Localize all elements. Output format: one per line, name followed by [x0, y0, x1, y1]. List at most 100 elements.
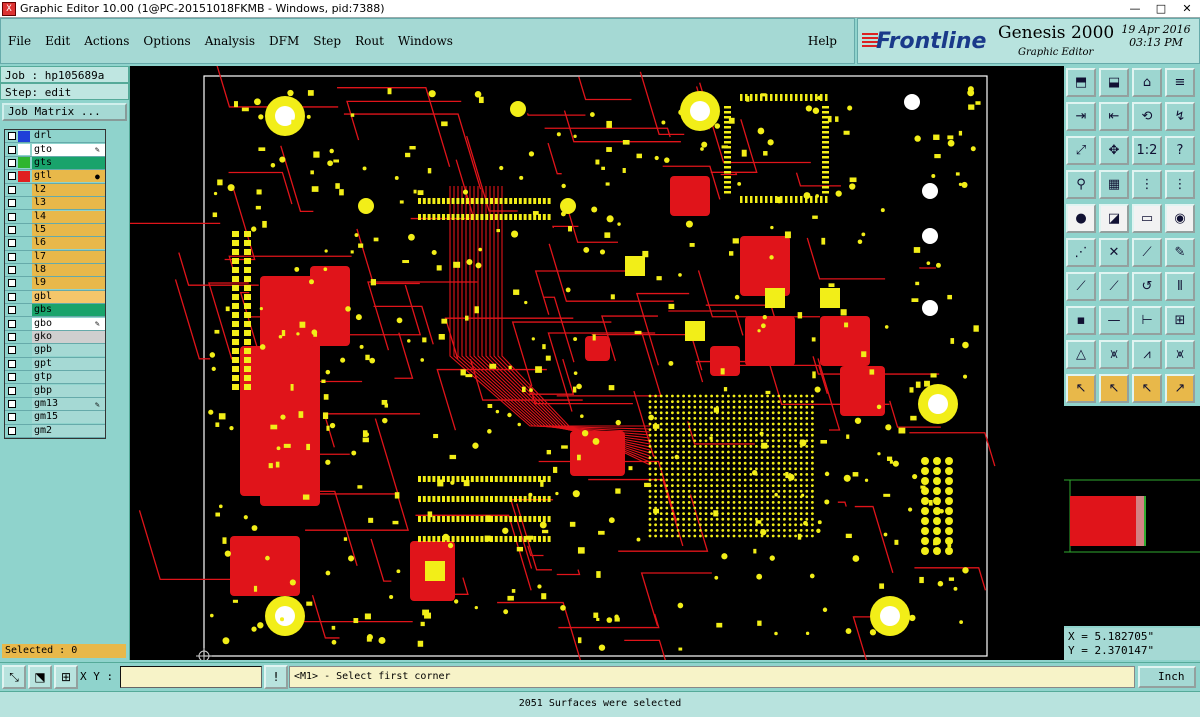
slash-icon[interactable]: ⟋: [1099, 272, 1129, 301]
layer-color-swatch[interactable]: [18, 345, 30, 356]
layer-row-drl[interactable]: drl: [5, 130, 105, 144]
layer-row-l2[interactable]: l2: [5, 183, 105, 197]
hline-icon[interactable]: —: [1099, 306, 1129, 335]
layer-row-gpb[interactable]: gpb: [5, 344, 105, 358]
layer-row-gbo[interactable]: gbo✎: [5, 317, 105, 331]
menu-actions[interactable]: Actions: [77, 34, 136, 48]
snap-in-icon[interactable]: ⇥: [1066, 102, 1096, 131]
layer-name[interactable]: gm15: [32, 411, 105, 424]
layer-color-swatch[interactable]: [18, 184, 30, 195]
close-icon[interactable]: ✕: [1174, 1, 1200, 17]
layer-row-gtl[interactable]: gtl●: [5, 170, 105, 184]
line-icon[interactable]: ▭: [1132, 204, 1162, 233]
layer2-icon[interactable]: ⋮: [1165, 170, 1195, 199]
layer-color-swatch[interactable]: [18, 358, 30, 369]
layer-row-gtp[interactable]: gtp: [5, 371, 105, 385]
layer-checkbox[interactable]: [8, 359, 16, 368]
layer-name[interactable]: gko: [32, 331, 105, 344]
alert-button[interactable]: !: [264, 665, 288, 689]
tri-icon[interactable]: △: [1066, 340, 1096, 369]
layer-checkbox[interactable]: [8, 279, 16, 288]
route-icon[interactable]: ⋰: [1066, 238, 1096, 267]
layer-color-swatch[interactable]: [18, 412, 30, 423]
tri2-icon[interactable]: ⩙: [1099, 340, 1129, 369]
layer-name[interactable]: l5: [32, 223, 105, 236]
layer-name[interactable]: l6: [32, 237, 105, 250]
menu-edit[interactable]: Edit: [38, 34, 77, 48]
surface-icon[interactable]: ◪: [1099, 204, 1129, 233]
list-icon[interactable]: ≡: [1165, 68, 1195, 97]
layer-row-l7[interactable]: l7: [5, 250, 105, 264]
layer-row-l6[interactable]: l6: [5, 237, 105, 251]
layer-row-gko[interactable]: gko: [5, 331, 105, 345]
zoom-fit-icon[interactable]: ⤢: [1066, 136, 1096, 165]
menu-analysis[interactable]: Analysis: [198, 34, 262, 48]
arc-icon[interactable]: ⟋: [1066, 272, 1096, 301]
layer-name[interactable]: gbp: [32, 384, 105, 397]
layer-name[interactable]: gtp: [32, 371, 105, 384]
layer-row-gbs[interactable]: gbs: [5, 304, 105, 318]
layer-color-swatch[interactable]: [18, 399, 30, 410]
units-select[interactable]: Inch: [1138, 666, 1196, 688]
zoom-window-icon[interactable]: ⤡: [2, 665, 26, 689]
layer-color-swatch[interactable]: [18, 332, 30, 343]
layer-color-swatch[interactable]: [18, 238, 30, 249]
open-icon[interactable]: ⬒: [1066, 68, 1096, 97]
layer-name[interactable]: gbl: [32, 290, 105, 303]
maximize-icon[interactable]: □: [1148, 1, 1174, 17]
layer-color-swatch[interactable]: [18, 278, 30, 289]
grid-icon[interactable]: ▦: [1099, 170, 1129, 199]
select-path-icon[interactable]: ↗: [1165, 374, 1195, 403]
square-icon[interactable]: ▪: [1066, 306, 1096, 335]
layer-row-gbp[interactable]: gbp: [5, 384, 105, 398]
layer-color-swatch[interactable]: [18, 265, 30, 276]
layer-row-l4[interactable]: l4: [5, 210, 105, 224]
layer-color-swatch[interactable]: [18, 372, 30, 383]
graphic-canvas[interactable]: [130, 66, 1064, 660]
layer-color-swatch[interactable]: [18, 425, 30, 436]
measure-icon[interactable]: ⚲: [1066, 170, 1096, 199]
layer-row-gts[interactable]: gts: [5, 156, 105, 171]
layer-checkbox[interactable]: [8, 145, 16, 154]
layer-name[interactable]: l7: [32, 250, 105, 263]
layer-name[interactable]: gm2: [32, 424, 105, 437]
dim-icon[interactable]: ⊢: [1132, 306, 1162, 335]
layer-checkbox[interactable]: [8, 225, 16, 234]
layer-row-l9[interactable]: l9: [5, 277, 105, 291]
layer-row-l3[interactable]: l3: [5, 197, 105, 211]
layer-color-swatch[interactable]: [18, 305, 30, 316]
diag-icon[interactable]: ⟋: [1132, 238, 1162, 267]
layer-checkbox[interactable]: [8, 239, 16, 248]
layer-color-swatch[interactable]: [18, 251, 30, 262]
menu-dfm[interactable]: DFM: [262, 34, 306, 48]
layer-checkbox[interactable]: [8, 400, 16, 408]
layer-row-gm13[interactable]: gm13✎: [5, 398, 105, 412]
pan-icon[interactable]: ✥: [1099, 136, 1129, 165]
home-icon[interactable]: ⌂: [1132, 68, 1162, 97]
round-pad-icon[interactable]: ◉: [1165, 204, 1195, 233]
layer-name[interactable]: gts: [32, 156, 105, 169]
layer-checkbox[interactable]: [8, 252, 16, 261]
layer-checkbox[interactable]: [8, 319, 16, 328]
xy-input[interactable]: [120, 666, 262, 688]
layer-name[interactable]: l9: [32, 277, 105, 290]
menu-help[interactable]: Help: [801, 34, 844, 48]
layer-name[interactable]: gpb: [32, 344, 105, 357]
save-icon[interactable]: ⬓: [1099, 68, 1129, 97]
delete-icon[interactable]: ✕: [1099, 238, 1129, 267]
layer-color-swatch[interactable]: [18, 291, 30, 302]
menu-rout[interactable]: Rout: [348, 34, 391, 48]
layer-color-swatch[interactable]: [18, 144, 30, 156]
layer-checkbox[interactable]: [8, 306, 16, 315]
menu-options[interactable]: Options: [136, 34, 197, 48]
tri4-icon[interactable]: ⩙: [1165, 340, 1195, 369]
layer-name[interactable]: l2: [32, 183, 105, 196]
layer-row-gto[interactable]: gto✎: [5, 143, 105, 157]
layer-row-l5[interactable]: l5: [5, 223, 105, 238]
layer-row-l8[interactable]: l8: [5, 264, 105, 278]
scale-icon[interactable]: 1:2: [1132, 136, 1162, 165]
tri3-icon[interactable]: ⩘: [1132, 340, 1162, 369]
layer-color-swatch[interactable]: [18, 211, 30, 222]
rotate-icon[interactable]: ↺: [1132, 272, 1162, 301]
layer-checkbox[interactable]: [8, 212, 16, 221]
